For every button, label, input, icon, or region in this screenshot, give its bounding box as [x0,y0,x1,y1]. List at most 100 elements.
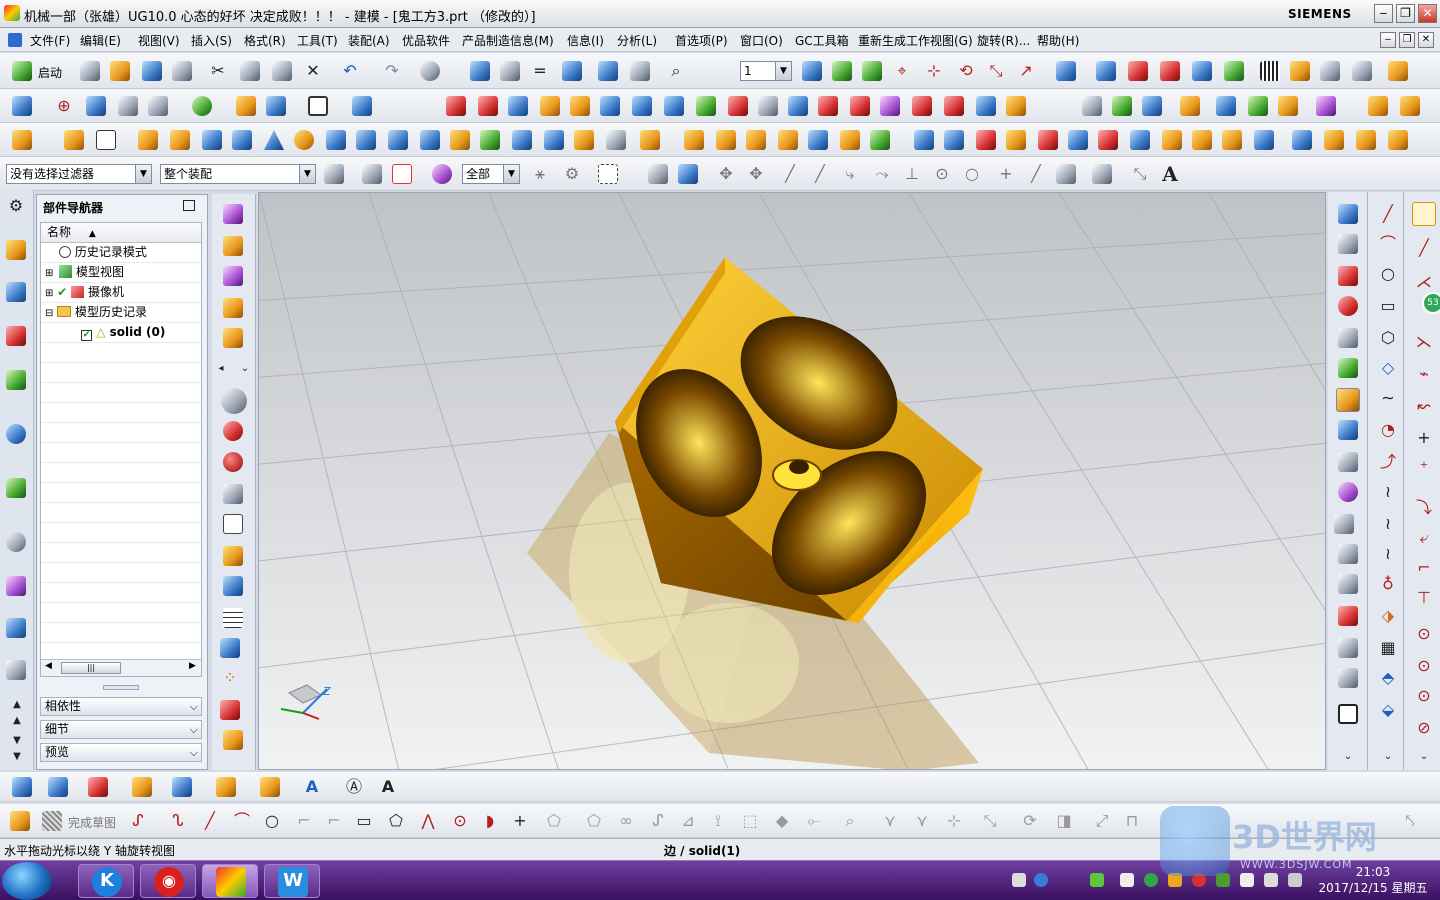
part-navigator-icon[interactable] [6,326,26,346]
snap-grid-icon[interactable] [1290,61,1310,81]
select-pointer-icon[interactable] [1128,61,1148,81]
scroll-left-icon[interactable]: ◀ [45,661,52,671]
background-view-icon[interactable] [223,514,243,534]
blend-icon[interactable] [944,96,964,116]
mirror-assembly-icon[interactable] [1400,96,1420,116]
relations-icon[interactable]: ⟳ [1020,811,1040,831]
subtract-icon[interactable] [544,130,564,150]
pattern-icon[interactable] [1082,96,1102,116]
bounded-plane-icon[interactable] [696,96,716,116]
shaded-edges-icon[interactable] [223,421,243,441]
bridge-curve-icon[interactable]: ≀ [1378,514,1398,534]
sketch-tool-icon[interactable] [10,811,30,831]
expand-toolbar-icon[interactable]: ⌄ [240,359,250,379]
paste-icon[interactable] [272,61,292,81]
assembly-add-icon[interactable] [1216,96,1236,116]
pattern-feature-icon[interactable] [746,130,766,150]
zoom-region-icon[interactable]: ⊕ [54,96,74,116]
model-canvas[interactable]: Z [259,193,1326,770]
tangent-point-icon[interactable]: ⊥ [902,164,922,184]
wcs-orient-icon[interactable]: ⤡ [986,61,1006,81]
bridge-icon[interactable] [912,96,932,116]
rotate-view-icon[interactable] [86,96,106,116]
rectangle-icon[interactable] [478,96,498,116]
assembly-selection-icon[interactable] [392,164,412,184]
cut-icon[interactable]: ✂ [208,61,228,81]
menu-premium-software[interactable]: 优品软件 [402,32,450,49]
security-tray-icon[interactable] [1144,873,1158,887]
general-selection-icon[interactable] [324,164,344,184]
coordinate-triad[interactable]: Z [280,684,331,720]
trim-body-icon[interactable] [808,130,828,150]
split-body-icon[interactable] [840,130,860,150]
nx-app-icon[interactable] [4,5,20,21]
scene-icon[interactable] [1338,452,1358,472]
emboss-icon[interactable] [1038,130,1058,150]
menu-window[interactable]: 窗口(O) [740,32,783,49]
isometric-view-icon[interactable] [223,236,243,256]
wrap-geometry-icon[interactable] [1162,130,1182,150]
rapid-trim-icon[interactable]: ⬚ [740,811,760,831]
offset-surface-icon[interactable] [758,96,778,116]
bend-icon[interactable] [1388,130,1408,150]
circle-edit-icon[interactable]: ⊙ [1414,624,1434,644]
horizontal-scrollbar[interactable]: ◀ ||| ▶ [41,659,201,676]
groove-icon[interactable] [450,130,470,150]
trim-edit-icon[interactable]: ⋌ [1414,272,1434,292]
layer-stack-icon[interactable] [1112,96,1132,116]
select-feature-icon[interactable] [1160,61,1180,81]
corner-edit-icon[interactable]: ⤶ [1414,528,1434,548]
taskbar-app-k[interactable]: K [78,864,134,898]
assembly-move-icon[interactable] [1248,96,1268,116]
layout-icon[interactable] [352,96,372,116]
rectangle-sketch-icon[interactable]: ▭ [354,811,374,831]
menu-tools[interactable]: 工具(T) [297,32,338,49]
thicken-icon[interactable] [850,96,870,116]
display-body-icon[interactable] [220,638,240,658]
background-icon[interactable] [308,96,328,116]
doc-minimize-button[interactable]: ‒ [1380,32,1396,48]
swept-icon[interactable] [664,96,684,116]
scale-body-icon[interactable] [1068,130,1088,150]
project-sketch-icon[interactable]: ⊿ [678,811,698,831]
link-icon[interactable] [1412,202,1436,226]
clock-icon[interactable] [6,532,26,552]
arc-length-icon[interactable]: ↜ [1414,396,1434,416]
ruler-icon[interactable] [1388,61,1408,81]
object-info-icon[interactable] [598,61,618,81]
ellipse-sketch-icon[interactable]: ⊙ [450,811,470,831]
mesh-icon[interactable] [508,96,528,116]
delete-icon[interactable]: ✕ [303,61,323,81]
finish-sketch-icon[interactable] [42,811,62,831]
image-icon[interactable] [1338,606,1358,626]
feature-selection-icon[interactable] [362,164,382,184]
document-icon[interactable] [8,33,22,47]
start-icon[interactable] [12,61,32,81]
role-icon[interactable] [6,660,26,680]
fit-view-icon[interactable] [12,96,32,116]
hollow-cube-model[interactable] [611,257,983,624]
snap-view-icon[interactable] [500,61,520,81]
rectangle-curve-icon[interactable]: ▭ [1378,296,1398,316]
menu-help[interactable]: 帮助(H) [1037,32,1079,49]
doc-close-button[interactable]: ✕ [1418,32,1434,48]
offset-curve-icon[interactable]: ≀ [1378,482,1398,502]
patch-icon[interactable] [818,96,838,116]
mirror-sketch-icon[interactable]: ∞ [616,811,636,831]
rapid-extend-icon[interactable]: ◆ [772,811,792,831]
datum-csys-icon[interactable]: ⌖ [892,61,912,81]
move-layer-icon[interactable] [862,61,882,81]
expand-icon[interactable]: ⊞ [45,288,53,299]
menu-pmi[interactable]: 产品制造信息(M) [462,32,554,49]
circle-sketch-icon[interactable]: ○ [262,811,282,831]
process-studio-icon[interactable] [6,618,26,638]
color-palette-icon[interactable] [1338,482,1358,502]
chamfer-sketch-icon[interactable]: ⌐ [324,811,344,831]
menu-analysis[interactable]: 分析(L) [617,32,657,49]
doc-restore-button[interactable]: ❐ [1399,32,1415,48]
line-icon[interactable]: ╱ [1378,204,1398,224]
wcs-origin-icon[interactable]: ⊹ [924,61,944,81]
select-child-icon[interactable] [1096,61,1116,81]
render-style-icon[interactable] [420,61,440,81]
extract-geometry-icon[interactable] [1130,130,1150,150]
